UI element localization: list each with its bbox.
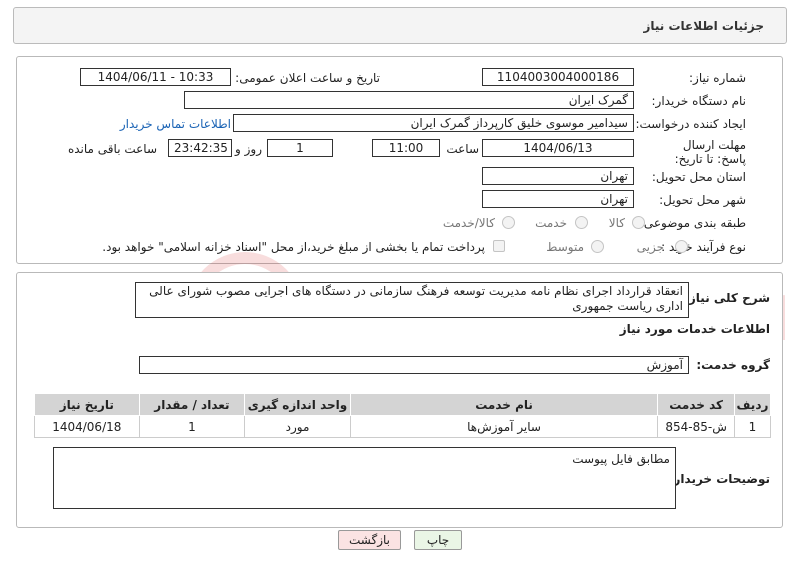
category-service-radio[interactable] (575, 216, 588, 229)
category-both-label: کالا/خدمت (442, 216, 495, 230)
cell-unit: مورد (244, 415, 351, 438)
announce-field[interactable]: 1404/06/11 - 10:33 (80, 68, 231, 86)
col-row: ردیف (733, 393, 772, 416)
process-minor-label: جزیی (636, 240, 664, 254)
buyer-org-label: نام دستگاه خریدار: (651, 94, 747, 108)
treasury-payment-checkbox[interactable] (493, 240, 505, 252)
cell-service-name: سایر آموزش‌ها (349, 415, 659, 438)
deadline-date-field[interactable]: 1404/06/13 (482, 139, 634, 157)
page-header: جزئیات اطلاعات نیاز (13, 7, 787, 44)
buyer-notes-textarea[interactable]: مطابق فایل پیوست (53, 447, 676, 509)
services-table: ردیف کد خدمت نام خدمت واحد اندازه گیری ت… (34, 393, 772, 438)
deadline-time-field[interactable]: 11:00 (372, 139, 440, 157)
city-field[interactable]: تهران (482, 190, 634, 208)
category-service-label: خدمت (535, 216, 567, 230)
requester-field[interactable]: سیدامیر موسوی خلیق کارپرداز گمرک ایران (233, 114, 634, 132)
province-label: استان محل تحویل: (651, 170, 746, 184)
category-both-radio[interactable] (502, 216, 515, 229)
back-button[interactable]: بازگشت (338, 530, 401, 550)
remaining-label: ساعت باقی مانده (67, 142, 157, 156)
cell-row: 1 (733, 415, 772, 438)
remaining-time-field[interactable]: 23:42:35 (168, 139, 232, 157)
cell-quantity: 1 (138, 415, 246, 438)
table-header-row: ردیف کد خدمت نام خدمت واحد اندازه گیری ت… (34, 393, 772, 416)
page-title: جزئیات اطلاعات نیاز (643, 19, 764, 33)
contact-info-link[interactable]: اطلاعات تماس خریدار (120, 117, 231, 131)
service-group-field[interactable]: آموزش (139, 356, 689, 374)
category-goods-label: کالا (608, 216, 625, 230)
table-row: 1 ش-85-854 سایر آموزش‌ها مورد 1 1404/06/… (34, 415, 772, 438)
service-group-label: گروه خدمت: (696, 358, 770, 372)
cell-need-date: 1404/06/18 (34, 415, 140, 438)
process-label: نوع فرآیند خرید : (661, 240, 746, 254)
col-quantity: تعداد / مقدار (138, 393, 246, 416)
city-label: شهر محل تحویل: (659, 193, 746, 207)
col-service-code: کد خدمت (657, 393, 735, 416)
process-medium-radio[interactable] (591, 240, 604, 253)
buyer-notes-label: توضیحات خریدار: (668, 472, 770, 486)
treasury-payment-note: پرداخت تمام یا بخشی از مبلغ خرید،از محل … (102, 240, 485, 254)
announce-label: تاریخ و ساعت اعلان عمومی: (235, 71, 380, 85)
col-service-name: نام خدمت (349, 393, 659, 416)
province-field[interactable]: تهران (482, 167, 634, 185)
services-section-title: اطلاعات خدمات مورد نیاز (619, 322, 770, 336)
col-unit: واحد اندازه گیری (244, 393, 351, 416)
process-minor-radio[interactable] (675, 240, 688, 253)
description-textarea[interactable]: انعقاد قرارداد اجرای نظام نامه مدیریت تو… (135, 282, 689, 318)
category-goods-radio[interactable] (632, 216, 645, 229)
buyer-org-field[interactable]: گمرک ایران (184, 91, 634, 109)
need-number-label: شماره نیاز: (689, 71, 746, 85)
col-need-date: تاریخ نیاز (34, 393, 140, 416)
print-button[interactable]: چاپ (414, 530, 462, 550)
process-medium-label: متوسط (546, 240, 584, 254)
days-label: روز و (235, 142, 262, 156)
cell-service-code: ش-85-854 (657, 415, 735, 438)
description-label: شرح کلی نیاز: (684, 291, 770, 305)
deadline-label: مهلت ارسال پاسخ: تا تاریخ: (674, 138, 746, 166)
category-label: طبقه بندی موضوعی: (639, 216, 746, 230)
need-number-field[interactable]: 1104003004000186 (482, 68, 634, 86)
hour-label: ساعت (446, 142, 479, 156)
days-field[interactable]: 1 (267, 139, 333, 157)
requester-label: ایجاد کننده درخواست: (635, 117, 746, 131)
